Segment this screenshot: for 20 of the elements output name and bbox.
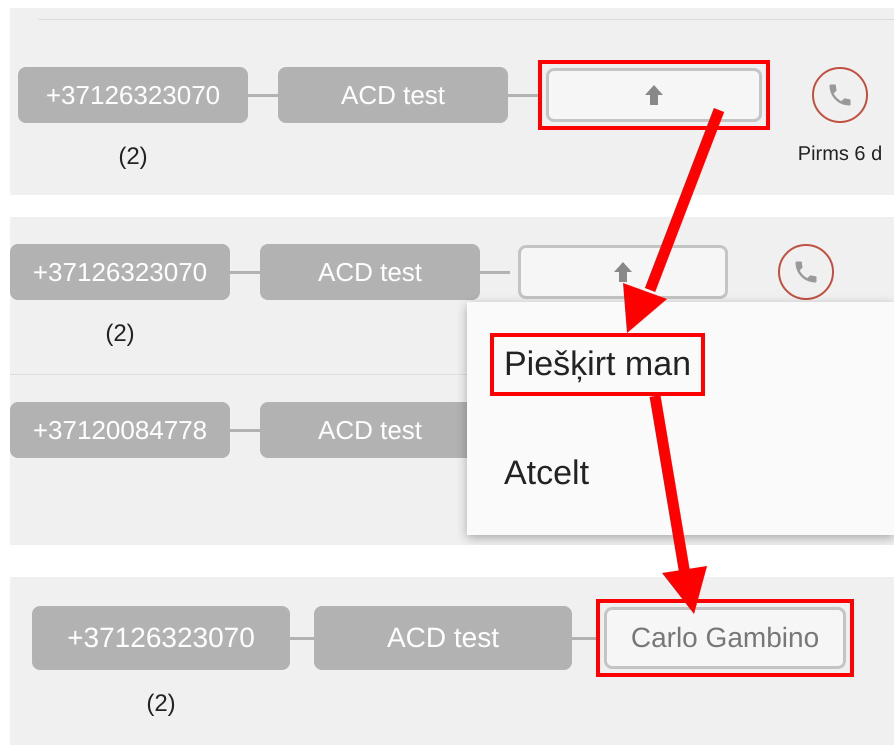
- assign-button[interactable]: [546, 68, 762, 122]
- queue-name: ACD test: [278, 67, 508, 123]
- menu-item[interactable]: Piešķirt man: [494, 337, 702, 392]
- queue-name: ACD test: [314, 606, 572, 670]
- phone-number: +37126323070: [18, 67, 248, 123]
- agent-button[interactable]: Carlo Gambino: [604, 607, 846, 669]
- call-count: (2): [145, 689, 177, 718]
- call-time: Pirms 6 d: [798, 142, 882, 166]
- menu-item[interactable]: Atcelt: [494, 446, 600, 501]
- queue-name: ACD test: [260, 244, 480, 300]
- phone-number: +37126323070: [32, 606, 290, 670]
- call-button[interactable]: [812, 67, 868, 123]
- up-arrow-icon: [645, 85, 663, 105]
- phone-number: +37120084778: [10, 402, 230, 458]
- call-count: (2): [104, 319, 136, 348]
- up-arrow-icon: [614, 262, 632, 282]
- assign-button[interactable]: [518, 245, 728, 299]
- call-button[interactable]: [778, 244, 834, 300]
- call-count: (2): [117, 142, 149, 171]
- phone-number: +37126323070: [10, 244, 230, 300]
